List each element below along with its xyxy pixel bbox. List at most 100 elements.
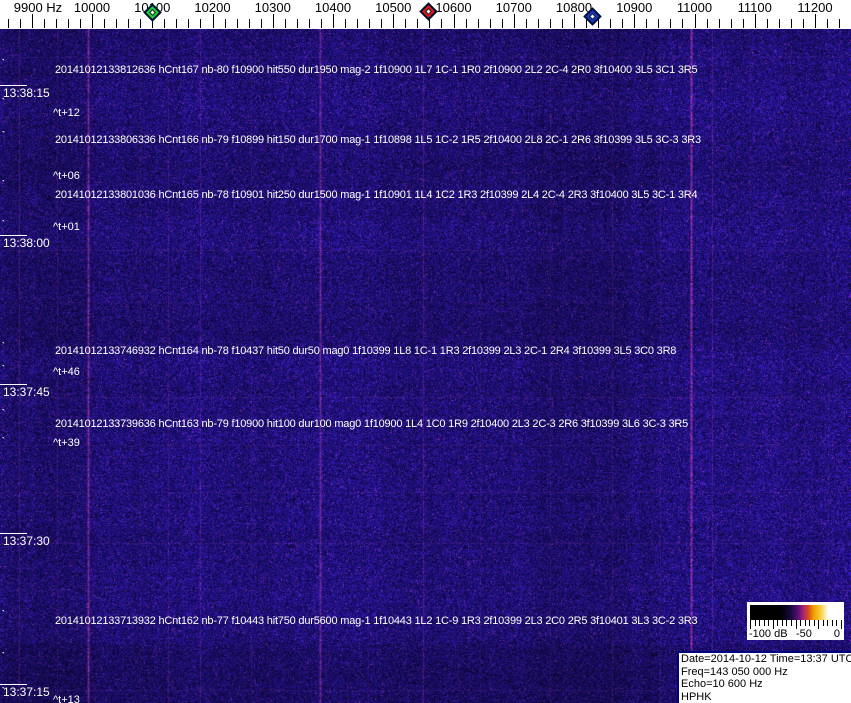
colorbar-tick <box>804 620 806 626</box>
ruler-tick <box>345 19 346 28</box>
time-label: 13:37:45 <box>3 385 50 399</box>
ruler-tick <box>393 14 394 28</box>
event-log-line: 20141012133713932 hCnt162 nb-77 f10443 h… <box>55 615 698 627</box>
ruler-tick <box>128 19 129 28</box>
time-offset-marker: ^t+06 <box>53 170 80 182</box>
colorbar-label-mid: -50 <box>796 628 812 640</box>
ruler-tick <box>417 19 418 28</box>
ruler-tick <box>32 14 33 28</box>
ruler-tick <box>767 19 768 28</box>
edge-event-tick: ` <box>1 131 6 140</box>
colorbar-tick <box>754 620 756 626</box>
event-log-line: 20141012133746932 hCnt164 nb-78 f10437 h… <box>55 345 677 357</box>
ruler-label: 10900 <box>616 0 653 15</box>
colorbar-tick <box>759 620 761 626</box>
marker-center-dot <box>148 8 156 16</box>
event-log-line: 20141012133801036 hCnt165 nb-78 f10901 h… <box>55 189 698 201</box>
ruler-tick <box>357 19 358 28</box>
ruler-tick <box>56 19 57 28</box>
ruler-label: 10600 <box>435 0 472 15</box>
ruler-tick <box>682 19 683 28</box>
ruler-tick <box>261 19 262 28</box>
event-log-line: 20141012133806336 hCnt166 nb-79 f10899 h… <box>55 134 701 146</box>
time-label: 13:38:15 <box>3 86 50 100</box>
ruler-tick <box>755 14 756 28</box>
edge-event-tick: ` <box>1 610 6 619</box>
time-label: 13:38:00 <box>3 236 50 250</box>
ruler-label: 11100 <box>737 0 772 15</box>
ruler-tick <box>249 19 250 28</box>
ruler-tick <box>815 14 816 28</box>
edge-event-tick: ` <box>1 342 6 351</box>
edge-event-tick: ` <box>1 365 6 374</box>
time-offset-marker: ^t+01 <box>53 221 80 233</box>
ruler-tick <box>707 19 708 28</box>
ruler-tick <box>176 19 177 28</box>
ruler-tick <box>297 19 298 28</box>
edge-event-tick: ` <box>1 98 6 107</box>
ruler-label: 10000 <box>73 0 111 15</box>
time-offset-marker: ^t+46 <box>53 366 80 378</box>
ruler-tick <box>598 19 599 28</box>
colorbar-tick <box>772 620 774 629</box>
ruler-tick <box>743 19 744 28</box>
ruler-tick <box>213 14 214 28</box>
ruler-tick <box>478 19 479 28</box>
ruler-tick <box>670 19 671 28</box>
ruler-tick <box>562 19 563 28</box>
colorbar-gradient <box>750 605 841 620</box>
ruler-tick <box>140 19 141 28</box>
ruler-tick <box>658 19 659 28</box>
ruler-tick <box>646 19 647 28</box>
ruler-tick <box>225 19 226 28</box>
ruler-tick <box>574 14 575 28</box>
ruler-tick <box>68 19 69 28</box>
colorbar-tick <box>831 620 833 626</box>
event-log-line: 20141012133739636 hCnt163 nb-79 f10900 h… <box>55 418 689 430</box>
ruler-tick <box>441 19 442 28</box>
ruler-tick <box>309 19 310 28</box>
colorbar-tick <box>786 620 788 626</box>
ruler-tick <box>237 19 238 28</box>
info-frequency: Freq=143 050 000 Hz <box>681 665 788 678</box>
ruler-tick <box>779 19 780 28</box>
ruler-tick <box>791 19 792 28</box>
time-offset-marker: ^t+39 <box>53 437 80 449</box>
ruler-tick <box>610 19 611 28</box>
ruler-tick <box>104 19 105 28</box>
ruler-tick <box>839 19 840 28</box>
colorbar-tick <box>841 620 842 629</box>
status-info-box: Date=2014-10-12 Time=13:37 UTC Freq=143 … <box>677 651 851 703</box>
time-label: 13:37:15 <box>3 685 50 699</box>
ruler-tick <box>405 19 406 28</box>
colorbar-tick <box>827 620 829 626</box>
time-offset-marker: ^t+13 <box>53 694 80 703</box>
ruler-tick <box>502 19 503 28</box>
ruler-tick <box>622 19 623 28</box>
info-station-code: HPHK <box>681 690 712 703</box>
ruler-tick <box>381 19 382 28</box>
ruler-tick <box>188 19 189 28</box>
ruler-tick <box>634 14 635 28</box>
colorbar-tick <box>809 620 811 626</box>
ruler-label: 10300 <box>254 0 291 15</box>
ruler-tick <box>538 19 539 28</box>
ruler-label: 9900 Hz <box>13 0 63 15</box>
colorbar-tick <box>813 620 815 626</box>
ruler-tick <box>164 19 165 28</box>
ruler-tick <box>719 19 720 28</box>
edge-event-tick: ` <box>1 437 6 446</box>
ruler-tick <box>44 19 45 28</box>
time-offset-marker: ^t+12 <box>53 107 80 119</box>
ruler-tick <box>80 19 81 28</box>
time-label: 13:37:30 <box>3 534 50 548</box>
ruler-tick <box>827 19 828 28</box>
ruler-tick <box>550 19 551 28</box>
colorbar-tick <box>763 620 765 626</box>
edge-event-tick: ` <box>1 687 6 696</box>
colorbar-tick <box>777 620 779 626</box>
ruler-tick <box>369 19 370 28</box>
colorbar-tick <box>836 620 838 626</box>
colorbar-tick <box>822 620 824 626</box>
ruler-tick <box>803 19 804 28</box>
